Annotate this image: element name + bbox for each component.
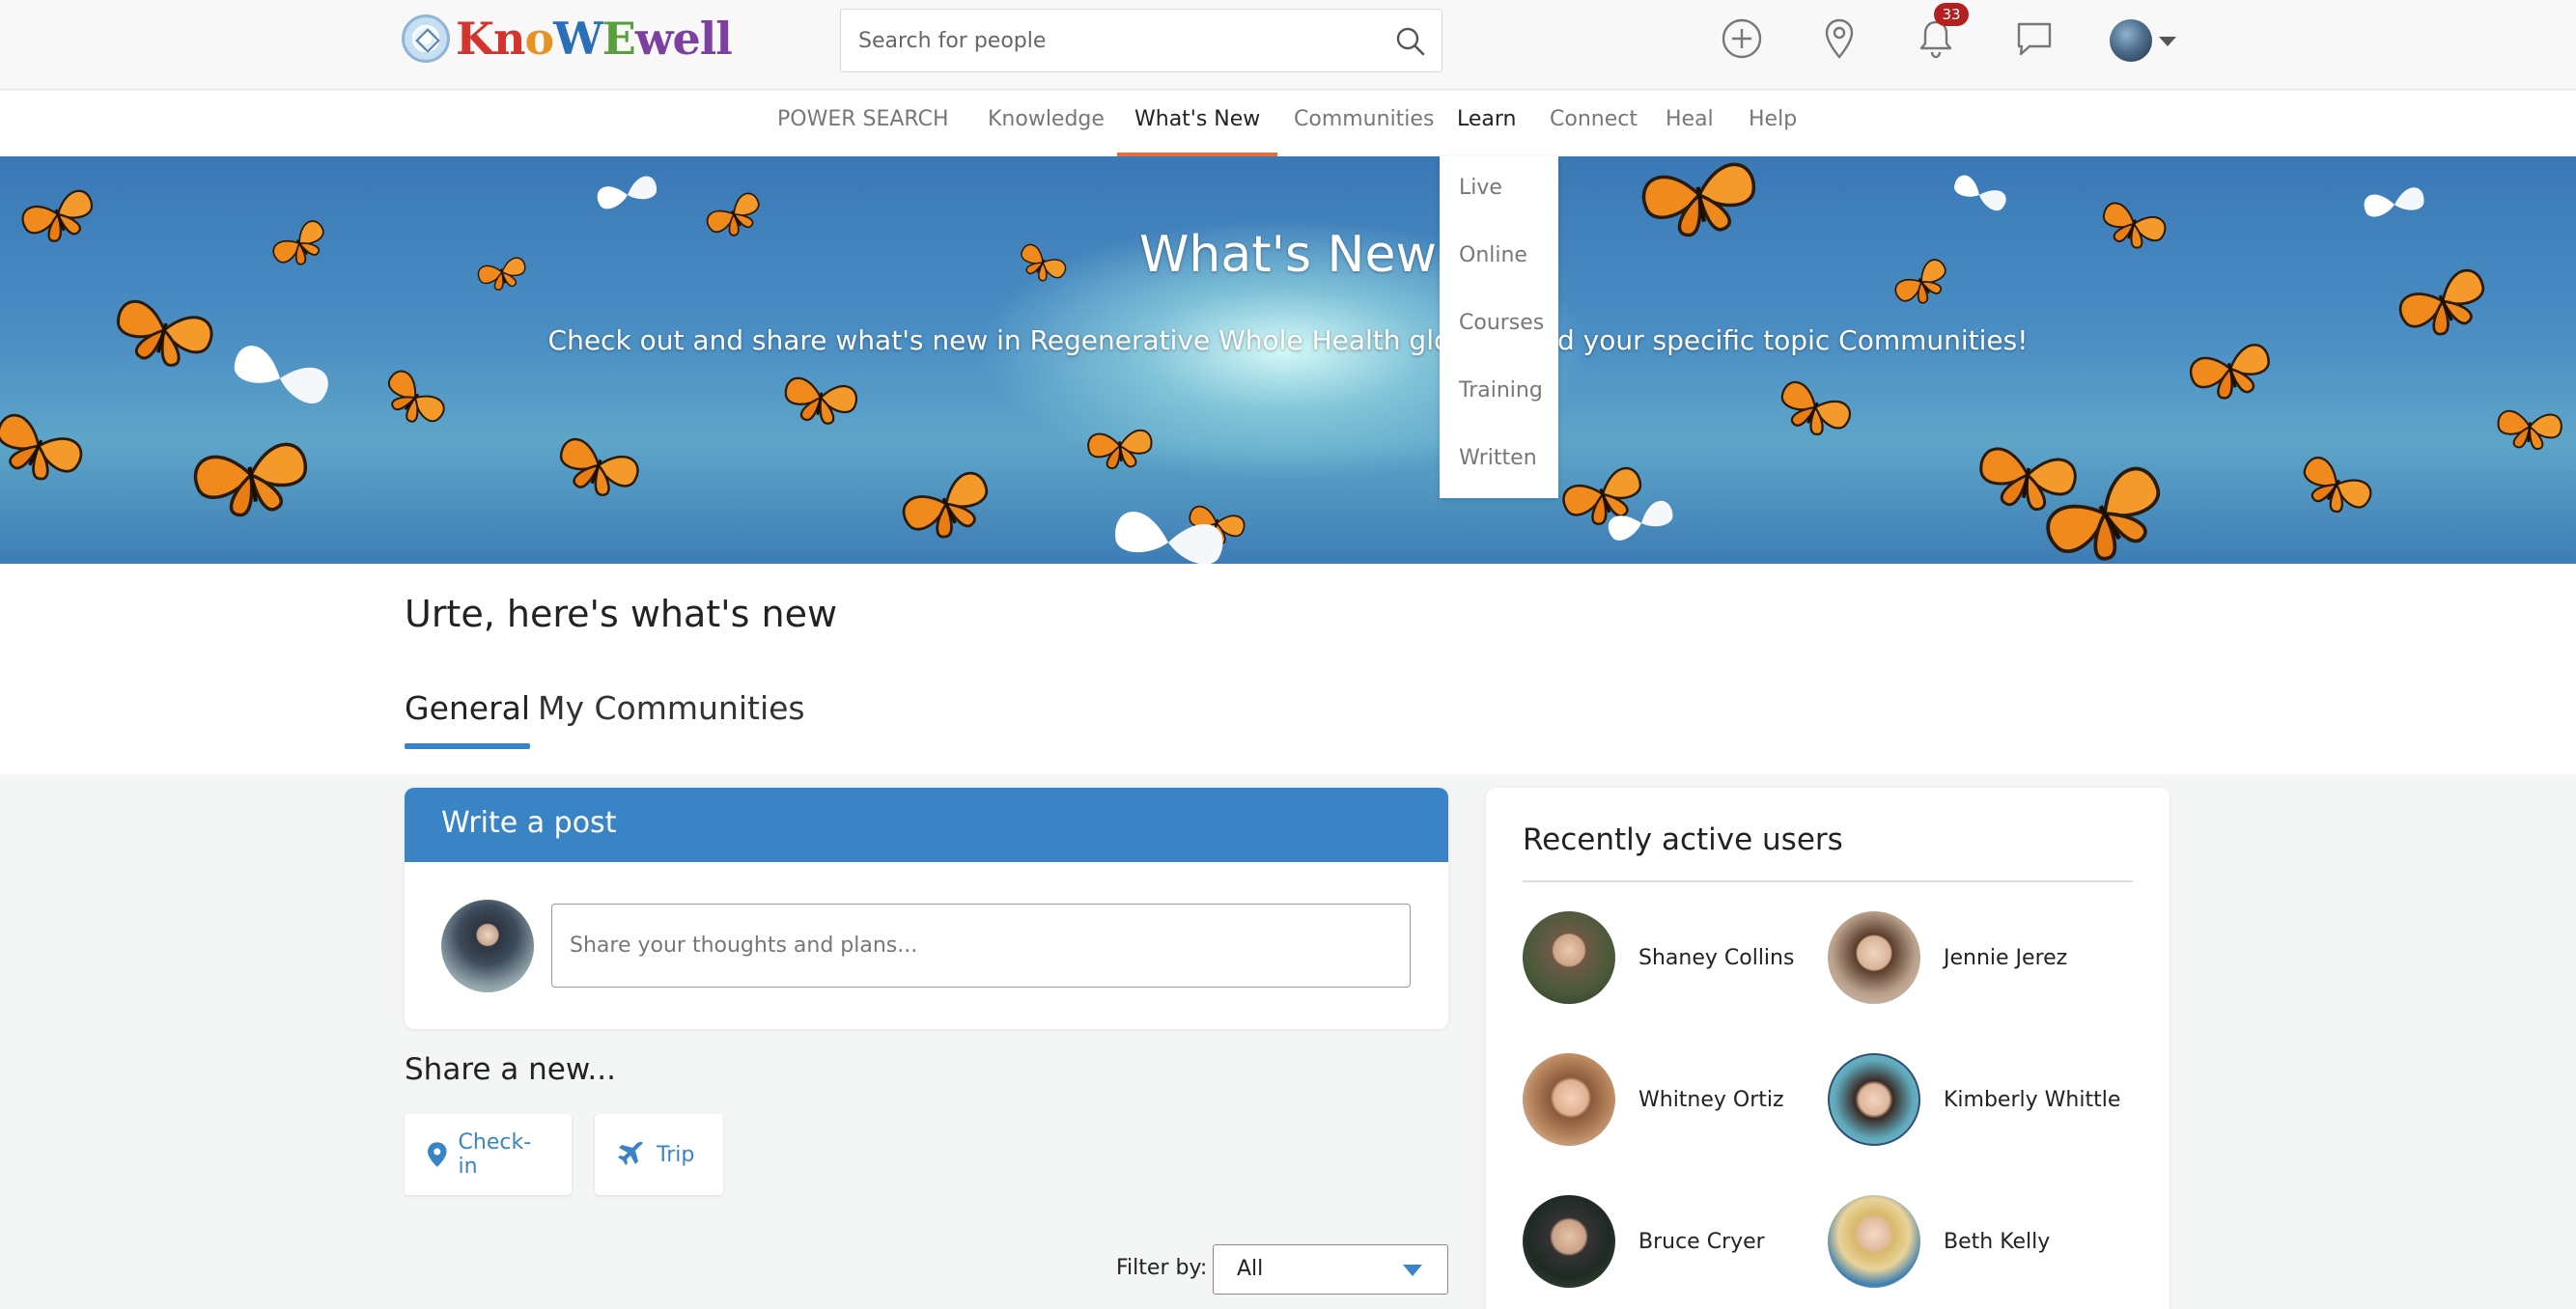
avatar: [1523, 1195, 1615, 1288]
avatar: [1523, 1053, 1615, 1146]
user-name: Shaney Collins: [1638, 945, 1795, 970]
greeting-section: Urte, here's what's new General My Commu…: [0, 564, 2576, 774]
airplane-icon: [618, 1141, 643, 1165]
avatar: [441, 900, 534, 992]
user-item[interactable]: Kimberly Whittle: [1828, 1053, 2120, 1146]
user-name: Beth Kelly: [1944, 1229, 2051, 1254]
user-name: Bruce Cryer: [1638, 1229, 1765, 1254]
share-heading: Share a new...: [405, 1052, 616, 1087]
recent-users-card: Recently active users Shaney Collins Jen…: [1486, 788, 2170, 1309]
avatar: [1523, 911, 1615, 1004]
menu-item-online[interactable]: Online: [1459, 243, 1527, 267]
logo-text: KnoWEwell: [456, 13, 733, 65]
user-item[interactable]: Whitney Ortiz: [1523, 1053, 1784, 1146]
avatar: [1828, 1195, 1920, 1288]
butterflies-illustration: [0, 156, 2564, 564]
nav-connect[interactable]: Connect: [1532, 91, 1655, 156]
search-input[interactable]: [841, 10, 1442, 71]
user-name: Whitney Ortiz: [1638, 1087, 1784, 1112]
trip-label: Trip: [657, 1142, 695, 1167]
page-subtitle: Check out and share what's new in Regene…: [547, 324, 2029, 356]
location-pin-icon[interactable]: [1817, 16, 1862, 61]
user-name: Kimberly Whittle: [1944, 1087, 2121, 1112]
hero-banner: What's New Check out and share what's ne…: [0, 156, 2576, 564]
learn-dropdown-menu: Live Online Courses Training Written: [1440, 156, 1558, 498]
menu-item-training[interactable]: Training: [1459, 378, 1543, 403]
checkin-label: Check-in: [458, 1130, 532, 1179]
nav-learn[interactable]: Learn: [1440, 91, 1534, 156]
page-title: What's New: [1139, 226, 1437, 284]
knowewell-logo[interactable]: KnoWEwell: [402, 13, 733, 65]
search-icon[interactable]: [1395, 26, 1426, 57]
menu-item-courses[interactable]: Courses: [1459, 311, 1544, 335]
trip-button[interactable]: Trip: [595, 1114, 723, 1195]
user-item[interactable]: Shaney Collins: [1523, 911, 1794, 1004]
notifications-badge: 33: [1934, 3, 1969, 26]
add-icon[interactable]: [1720, 16, 1764, 61]
user-item[interactable]: Jennie Jerez: [1828, 911, 2067, 1004]
avatar: [1828, 1053, 1920, 1146]
greeting-heading: Urte, here's what's new: [405, 593, 838, 635]
user-avatar[interactable]: [2110, 19, 2152, 62]
checkin-button[interactable]: Check-in: [405, 1114, 572, 1195]
tab-my-communities[interactable]: My Communities: [538, 689, 805, 727]
nav-power-search[interactable]: POWER SEARCH: [760, 91, 966, 156]
people-search: [840, 9, 1442, 72]
main-nav: POWER SEARCH Knowledge What's New Commun…: [0, 91, 2576, 156]
filter-select[interactable]: All: [1213, 1244, 1448, 1295]
nav-whats-new[interactable]: What's New: [1117, 91, 1278, 156]
messages-icon[interactable]: [2012, 16, 2057, 61]
avatar: [1828, 911, 1920, 1004]
filter-value: All: [1237, 1257, 1264, 1281]
user-item[interactable]: Bruce Cryer: [1523, 1195, 1765, 1288]
logo-mandala-icon: [402, 14, 450, 63]
nav-heal[interactable]: Heal: [1648, 91, 1731, 156]
location-pin-icon: [428, 1142, 447, 1167]
menu-item-live[interactable]: Live: [1459, 176, 1502, 200]
write-post-title: Write a post: [405, 788, 1448, 862]
divider: [1523, 880, 2133, 882]
user-item[interactable]: Beth Kelly: [1828, 1195, 2050, 1288]
nav-knowledge[interactable]: Knowledge: [970, 91, 1122, 156]
filter-label: Filter by:: [1116, 1256, 1208, 1280]
post-input[interactable]: [551, 904, 1411, 988]
top-header: KnoWEwell 33: [0, 0, 2576, 90]
user-name: Jennie Jerez: [1944, 945, 2068, 970]
nav-communities[interactable]: Communities: [1276, 91, 1451, 156]
tab-general[interactable]: General: [405, 689, 531, 749]
chevron-down-icon: [1403, 1265, 1422, 1276]
recent-users-title: Recently active users: [1523, 822, 1843, 857]
chevron-down-icon[interactable]: [2159, 37, 2176, 46]
nav-help[interactable]: Help: [1731, 91, 1814, 156]
write-post-card: Write a post: [405, 788, 1448, 1029]
menu-item-written[interactable]: Written: [1459, 446, 1537, 470]
